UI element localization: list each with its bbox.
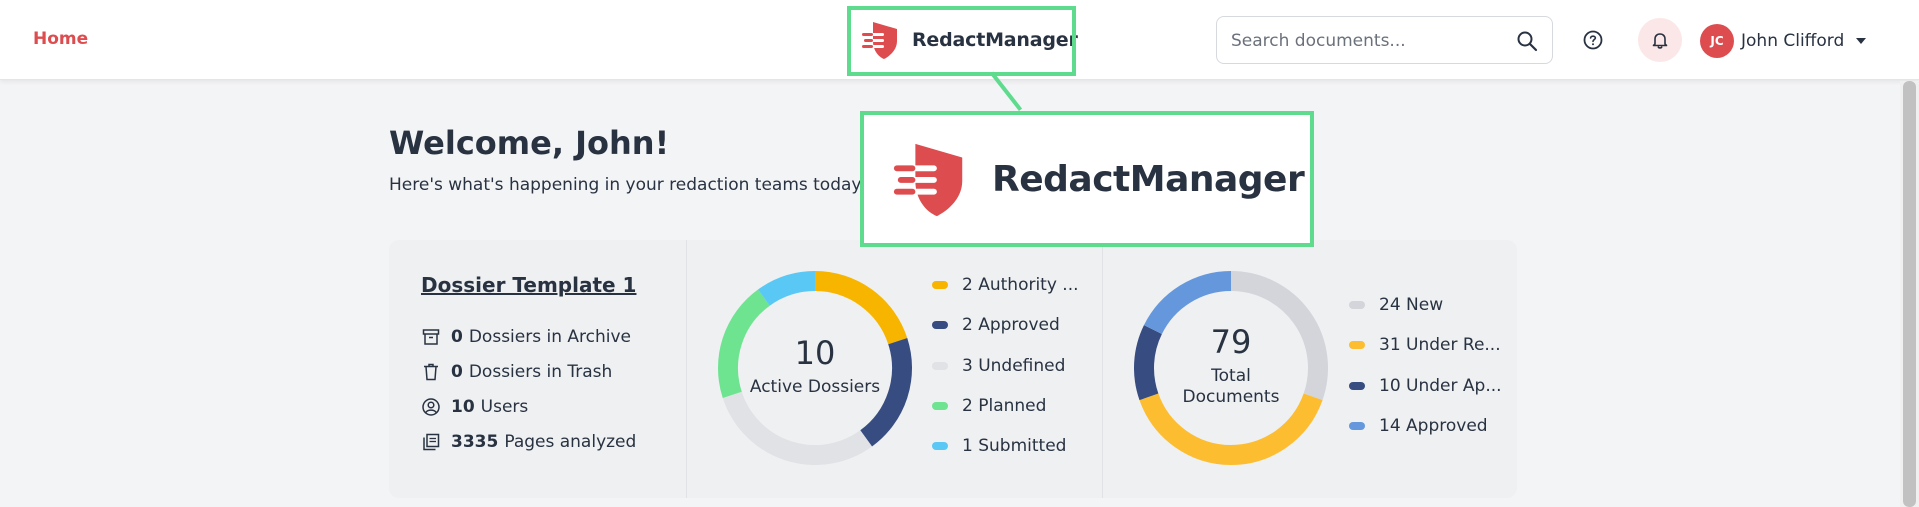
legend-swatch [932, 362, 948, 370]
dossier-template-link[interactable]: Dossier Template 1 [421, 273, 636, 297]
legend-item[interactable]: 24 New [1349, 295, 1443, 315]
caret-down-icon [1856, 38, 1867, 44]
stat-users: 10 Users [421, 395, 528, 419]
redactmanager-logo-icon [893, 143, 963, 217]
donut-segment[interactable] [757, 271, 816, 306]
trash-icon [424, 363, 438, 381]
legend-swatch [932, 321, 948, 329]
home-link[interactable]: Home [33, 29, 88, 49]
total-documents-count: 79 [1210, 323, 1252, 361]
donut-center: 10 Active Dossiers [718, 335, 912, 397]
card-divider [1102, 240, 1103, 498]
legend-item[interactable]: 31 Under Re... [1349, 335, 1501, 355]
legend-swatch [1349, 341, 1365, 349]
donut-center: 79 Total Documents [1134, 324, 1328, 408]
archive-icon [422, 329, 440, 345]
page-scrollbar[interactable] [1900, 81, 1919, 507]
active-dossiers-count: 10 [794, 334, 836, 372]
stat-label: Dossiers in Trash [468, 362, 613, 382]
user-circle-icon [422, 398, 440, 416]
donut-segment[interactable] [814, 271, 908, 345]
legend-label: 2 Planned [962, 396, 1047, 416]
stat-label: Dossiers in Archive [468, 327, 631, 347]
user-menu[interactable]: JC John Clifford [1700, 24, 1867, 58]
avatar: JC [1700, 24, 1734, 58]
legend-swatch [1349, 301, 1365, 309]
legend-swatch [1349, 382, 1365, 390]
legend-swatch [932, 402, 948, 410]
legend-item[interactable]: 2 Planned [932, 396, 1046, 416]
legend-item[interactable]: 2 Authority ... [932, 275, 1079, 295]
legend-label: 24 New [1379, 295, 1444, 315]
legend-item[interactable]: 1 Submitted [932, 436, 1066, 456]
help-icon[interactable] [1579, 26, 1607, 54]
legend-label: 31 Under Re... [1379, 335, 1501, 355]
legend-item[interactable]: 10 Under Ap... [1349, 376, 1502, 396]
highlight-box [847, 6, 1076, 76]
page-subtitle: Here's what's happening in your redactio… [389, 175, 865, 195]
total-documents-label-line1: Total [1211, 366, 1251, 386]
pages-icon [423, 433, 440, 451]
stat-value: 3335 [451, 432, 499, 452]
donut-segment[interactable] [722, 391, 873, 465]
legend-swatch [932, 442, 948, 450]
active-dossiers-label: Active Dossiers [749, 377, 881, 397]
legend-item[interactable]: 2 Approved [932, 315, 1060, 335]
search-input[interactable] [1231, 29, 1501, 53]
bell-icon [1652, 33, 1668, 49]
legend-swatch [932, 281, 948, 289]
dossier-template-card: Dossier Template 1 0 Dossiers in Archive… [389, 240, 1517, 498]
stat-value: 0 [451, 362, 463, 382]
stat-pages: 3335 Pages analyzed [421, 430, 636, 454]
legend-item[interactable]: 14 Approved [1349, 416, 1488, 436]
stat-archive: 0 Dossiers in Archive [421, 325, 631, 349]
stat-trash: 0 Dossiers in Trash [421, 360, 612, 384]
stat-value: 10 [451, 397, 475, 417]
page-title: Welcome, John! [389, 124, 670, 162]
search-icon[interactable] [1516, 30, 1538, 52]
scrollbar-thumb[interactable] [1903, 81, 1916, 507]
legend-label: 1 Submitted [962, 436, 1067, 456]
stat-label: Users [480, 397, 529, 417]
total-documents-label-line2: Documents [1182, 387, 1280, 407]
legend-item[interactable]: 3 Undefined [932, 356, 1065, 376]
legend-label: 3 Undefined [962, 356, 1066, 376]
legend-label: 14 Approved [1379, 416, 1488, 436]
legend-swatch [1349, 422, 1365, 430]
legend-label: 2 Approved [962, 315, 1060, 335]
search-box [1216, 16, 1553, 64]
notifications-button[interactable] [1638, 18, 1682, 62]
user-name: John Clifford [1741, 31, 1845, 51]
stat-label: Pages analyzed [504, 432, 637, 452]
legend-label: 2 Authority ... [962, 275, 1079, 295]
card-divider [686, 240, 687, 498]
zoomed-brand-name: RedactManager [992, 158, 1305, 200]
stat-value: 0 [451, 327, 463, 347]
legend-label: 10 Under Ap... [1379, 376, 1502, 396]
zoomed-brand-callout: RedactManager [860, 111, 1314, 247]
